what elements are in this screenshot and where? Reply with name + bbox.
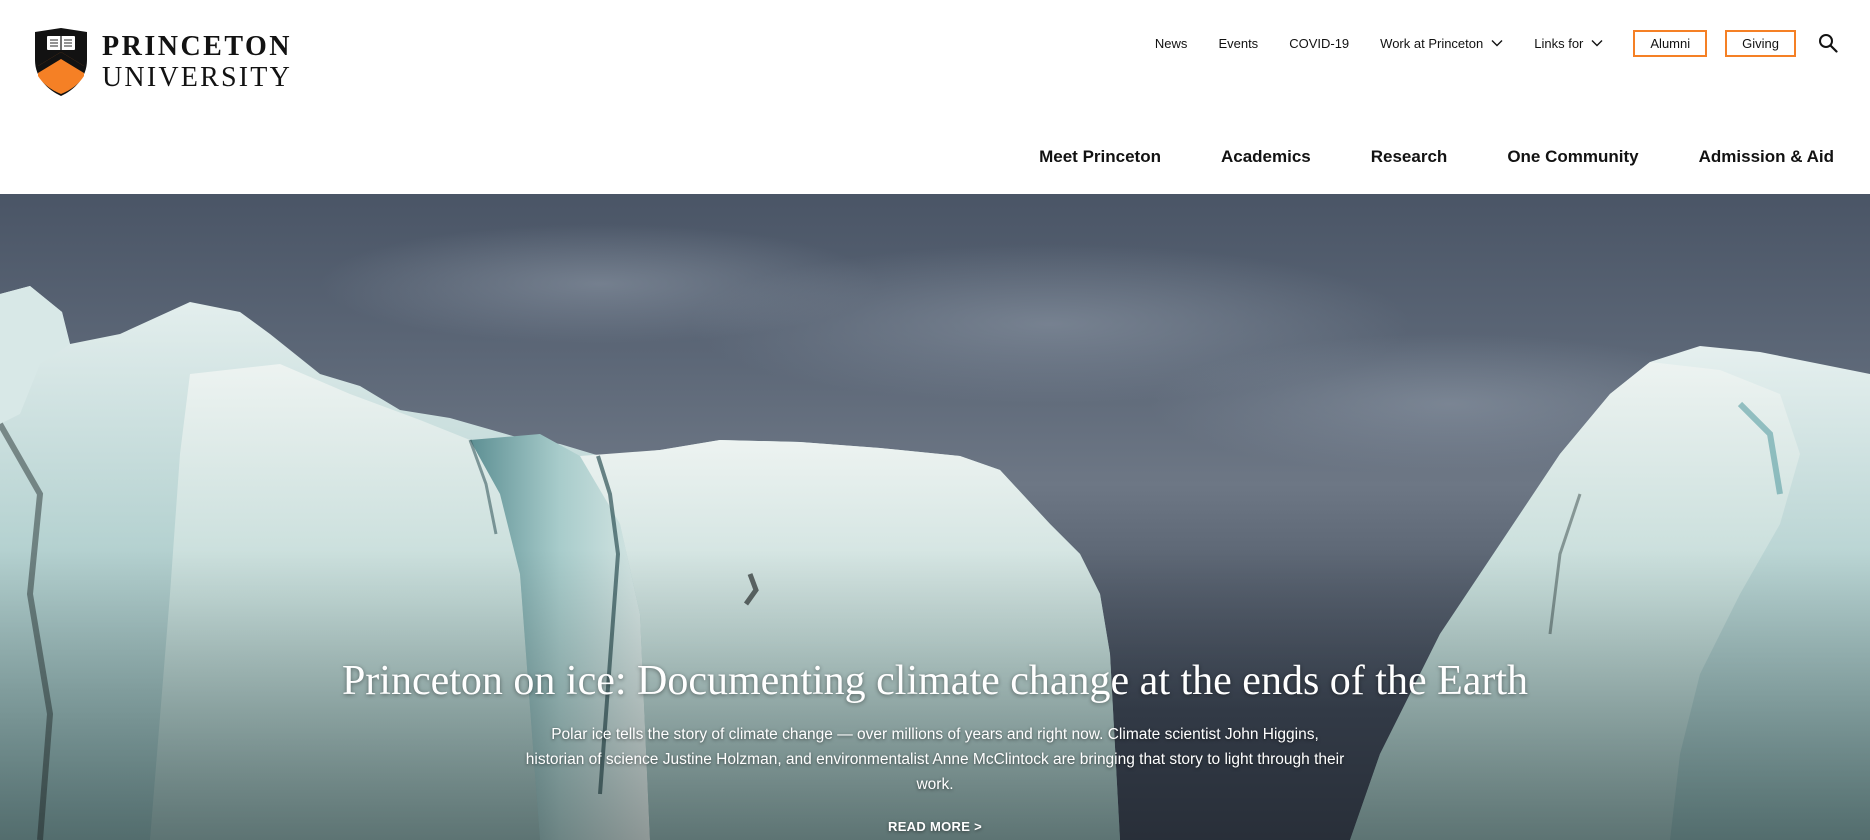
- site-header: PRINCETON UNIVERSITY News Events COVID-1…: [0, 0, 1870, 194]
- princeton-logo[interactable]: PRINCETON UNIVERSITY: [32, 26, 292, 98]
- nav-item-one-community[interactable]: One Community: [1507, 147, 1638, 167]
- utility-link-events[interactable]: Events: [1218, 36, 1258, 51]
- utility-link-label: News: [1154, 35, 1188, 51]
- hero-headline[interactable]: Princeton on ice: Documenting climate ch…: [0, 658, 1870, 704]
- nav-item-meet-princeton[interactable]: Meet Princeton: [1039, 147, 1161, 167]
- alumni-button[interactable]: Alumni: [1633, 29, 1708, 57]
- hero-description: Polar ice tells the story of climate cha…: [525, 726, 1345, 794]
- utility-link-covid[interactable]: COVID-19: [1289, 36, 1349, 51]
- chevron-down-icon: [1491, 40, 1503, 47]
- utility-link-label: Events: [1218, 35, 1259, 51]
- utility-link-label: Work at Princeton: [1380, 35, 1484, 51]
- utility-link-label: Links for: [1534, 35, 1584, 51]
- utility-nav: News Events COVID-19 Work at Princeton L…: [1155, 28, 1838, 58]
- logo-line-2: UNIVERSITY: [102, 61, 292, 93]
- nav-item-research[interactable]: Research: [1371, 147, 1448, 167]
- giving-button[interactable]: Giving: [1725, 29, 1796, 57]
- search-icon[interactable]: [1818, 33, 1838, 53]
- nav-item-academics[interactable]: Academics: [1221, 147, 1311, 167]
- read-more-link[interactable]: READ MORE >: [888, 819, 982, 834]
- hero-banner: Princeton on ice: Documenting climate ch…: [0, 194, 1870, 840]
- logo-wordmark: PRINCETON UNIVERSITY: [102, 30, 293, 93]
- utility-link-work-at-princeton[interactable]: Work at Princeton: [1380, 36, 1503, 51]
- utility-link-links-for[interactable]: Links for: [1534, 36, 1603, 51]
- hero-caption: Princeton on ice: Documenting climate ch…: [0, 658, 1870, 836]
- nav-item-admission-aid[interactable]: Admission & Aid: [1699, 147, 1834, 167]
- logo-line-1: PRINCETON: [102, 30, 293, 62]
- chevron-down-icon: [1591, 40, 1603, 47]
- main-nav: Meet Princeton Academics Research One Co…: [1039, 147, 1834, 167]
- utility-link-label: COVID-19: [1289, 35, 1350, 51]
- shield-icon: [35, 28, 87, 96]
- utility-link-news[interactable]: News: [1155, 36, 1188, 51]
